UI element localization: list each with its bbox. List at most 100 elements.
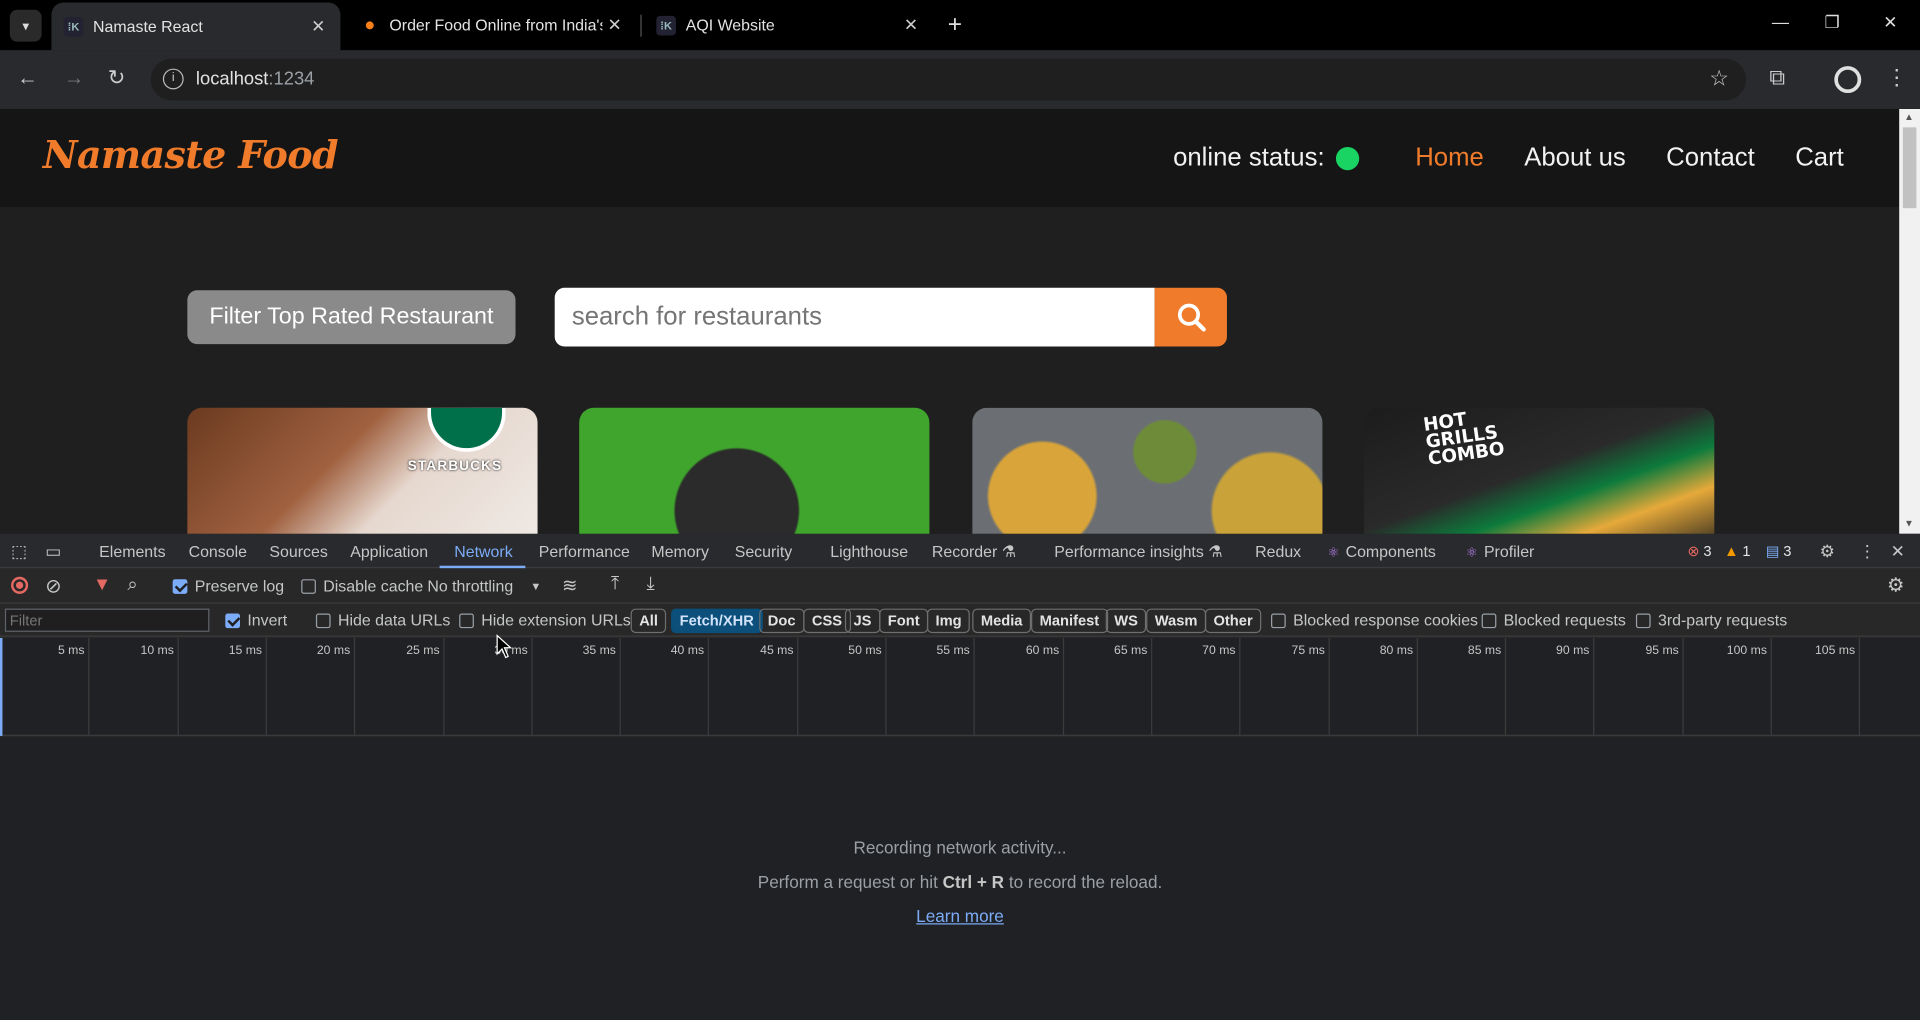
devtools-menu-icon[interactable]: ⋮ [1859,541,1876,562]
type-filter-fetch-xhr[interactable]: Fetch/XHR [671,608,763,634]
search-button[interactable] [1154,287,1227,347]
forward-icon[interactable]: → [64,66,85,90]
online-status-indicator [1335,146,1359,170]
learn-more-link[interactable]: Learn more [916,906,1004,926]
tab-components[interactable]: ⚛ Components [1327,542,1435,560]
nav-home[interactable]: Home [1415,143,1484,172]
restaurant-card[interactable] [579,407,930,534]
filter-input[interactable] [4,608,210,632]
type-filter-img[interactable]: Img [926,608,971,634]
restore-icon[interactable]: ❐ [1825,12,1840,33]
type-filter-doc[interactable]: Doc [759,608,805,634]
message-count-badge[interactable]: ▤ 3 [1766,542,1792,559]
disable-cache-checkbox[interactable]: Disable cache [301,577,423,595]
profile-avatar[interactable] [1834,66,1862,94]
scroll-down-icon[interactable]: ▼ [1904,518,1914,529]
tab-profiler[interactable]: ⚛ Profiler [1466,542,1535,560]
tab-performance-insights[interactable]: Performance insights ⚗ [1054,542,1222,562]
type-filter-all[interactable]: All [630,608,667,634]
tab-namaste-react[interactable]: ⁞K Namaste React ✕ [51,2,341,51]
tab-application[interactable]: Application [350,542,428,560]
nav-about-us[interactable]: About us [1524,143,1626,172]
close-devtools-icon[interactable]: ✕ [1891,541,1905,562]
restaurant-card[interactable]: HOT GRILLS COMBO [1364,407,1715,534]
tab-network[interactable]: Network [454,542,512,560]
restaurant-card[interactable] [972,407,1323,534]
close-icon[interactable]: ✕ [306,16,330,37]
tab-swiggy[interactable]: ● Order Food Online from India's ✕ [348,0,637,50]
restaurant-card[interactable]: STARBUCKS [187,407,538,534]
device-toolbar-icon[interactable]: ▭ [45,541,61,562]
type-filter-font[interactable]: Font [879,608,929,634]
type-filter-ws[interactable]: WS [1105,608,1147,634]
new-tab-icon[interactable]: + [948,11,962,39]
url-text[interactable]: localhost:1234 [196,69,314,90]
tab-security[interactable]: Security [735,542,793,560]
blocked-response-cookies-checkbox[interactable]: Blocked response cookies [1271,611,1478,629]
nav-contact[interactable]: Contact [1666,143,1755,172]
site-logo[interactable]: Namaste Food [43,133,339,177]
tab-aqi-website[interactable]: ⁞K AQI Website ✕ [644,0,933,50]
error-count-badge[interactable]: ⊗ 3 [1687,542,1711,559]
omnibox[interactable]: i localhost:1234 ☆ [150,58,1747,101]
hide-extension-urls-checkbox[interactable]: Hide extension URLs [459,611,631,629]
scroll-up-icon[interactable]: ▲ [1904,111,1914,122]
tab-elements[interactable]: Elements [99,542,165,560]
timeline-gridline [88,637,90,736]
type-filter-wasm[interactable]: Wasm [1146,608,1207,634]
close-icon[interactable]: ✕ [899,15,923,36]
bookmark-star-icon[interactable]: ☆ [1709,66,1729,92]
network-conditions-icon[interactable]: ≋ [562,574,577,597]
inspect-element-icon[interactable]: ⬚ [11,541,27,562]
search-input[interactable] [554,287,1155,347]
site-info-icon[interactable]: i [162,68,184,90]
minimize-icon[interactable]: — [1772,12,1789,32]
reload-icon[interactable]: ↻ [108,66,125,90]
record-button[interactable] [11,576,29,594]
tab-redux[interactable]: Redux [1255,542,1301,560]
checkbox-unchecked [1271,612,1286,628]
type-filter-other[interactable]: Other [1204,608,1262,634]
timeline-tick-label: 55 ms [936,644,970,658]
filter-top-rated-button[interactable]: Filter Top Rated Restaurant [187,290,516,345]
type-filter-manifest[interactable]: Manifest [1031,608,1108,634]
throttling-select[interactable]: No throttling ▼ [427,577,541,595]
page-scrollbar[interactable]: ▲ ▼ [1899,108,1920,534]
tab-recorder[interactable]: Recorder ⚗ [932,542,1016,562]
settings-gear-icon[interactable]: ⚙ [1820,541,1835,562]
preserve-log-checkbox[interactable]: Preserve log [172,577,284,595]
type-filter-css[interactable]: CSS [803,608,851,634]
tab-profiler-label: Profiler [1483,542,1535,561]
clear-icon[interactable]: ⊘ [45,574,61,598]
blocked-requests-label: Blocked requests [1503,611,1626,630]
network-overview-timeline[interactable]: 5 ms 10 ms 15 ms 20 ms 25 ms 30 ms 35 ms 40 ms 4… [0,637,1920,736]
type-filter-js[interactable]: JS [844,608,881,634]
extensions-icon[interactable]: ⧉ [1769,65,1785,91]
invert-checkbox[interactable]: Invert [225,611,287,629]
close-window-icon[interactable]: ✕ [1883,12,1897,33]
checkbox-checked [172,578,188,594]
tab-search-icon[interactable]: ▾ [9,9,42,42]
export-har-icon[interactable]: ⤓ [647,573,655,594]
nav-cart[interactable]: Cart [1795,143,1844,172]
scrollbar-thumb[interactable] [1902,127,1917,209]
tab-memory[interactable]: Memory [651,542,708,560]
third-party-requests-checkbox[interactable]: 3rd-party requests [1635,611,1787,629]
tab-console[interactable]: Console [189,542,247,560]
tab-sources[interactable]: Sources [269,542,327,560]
warning-count: 1 [1742,542,1751,560]
hide-data-urls-checkbox[interactable]: Hide data URLs [315,611,450,629]
warning-count-badge[interactable]: ▲ 1 [1724,542,1750,559]
error-icon: ⊗ [1687,542,1700,560]
menu-kebab-icon[interactable]: ⋮ [1886,65,1908,91]
network-settings-gear-icon[interactable]: ⚙ [1887,573,1905,597]
tab-performance[interactable]: Performance [539,542,630,560]
filter-funnel-icon[interactable]: ▼ [93,574,111,595]
close-icon[interactable]: ✕ [602,15,626,36]
search-icon[interactable]: ⌕ [127,574,137,595]
tab-lighthouse[interactable]: Lighthouse [830,542,908,560]
back-icon[interactable]: ← [17,66,38,90]
import-har-icon[interactable]: ⤒ [611,573,619,594]
type-filter-media[interactable]: Media [972,608,1032,634]
blocked-requests-checkbox[interactable]: Blocked requests [1481,611,1626,630]
